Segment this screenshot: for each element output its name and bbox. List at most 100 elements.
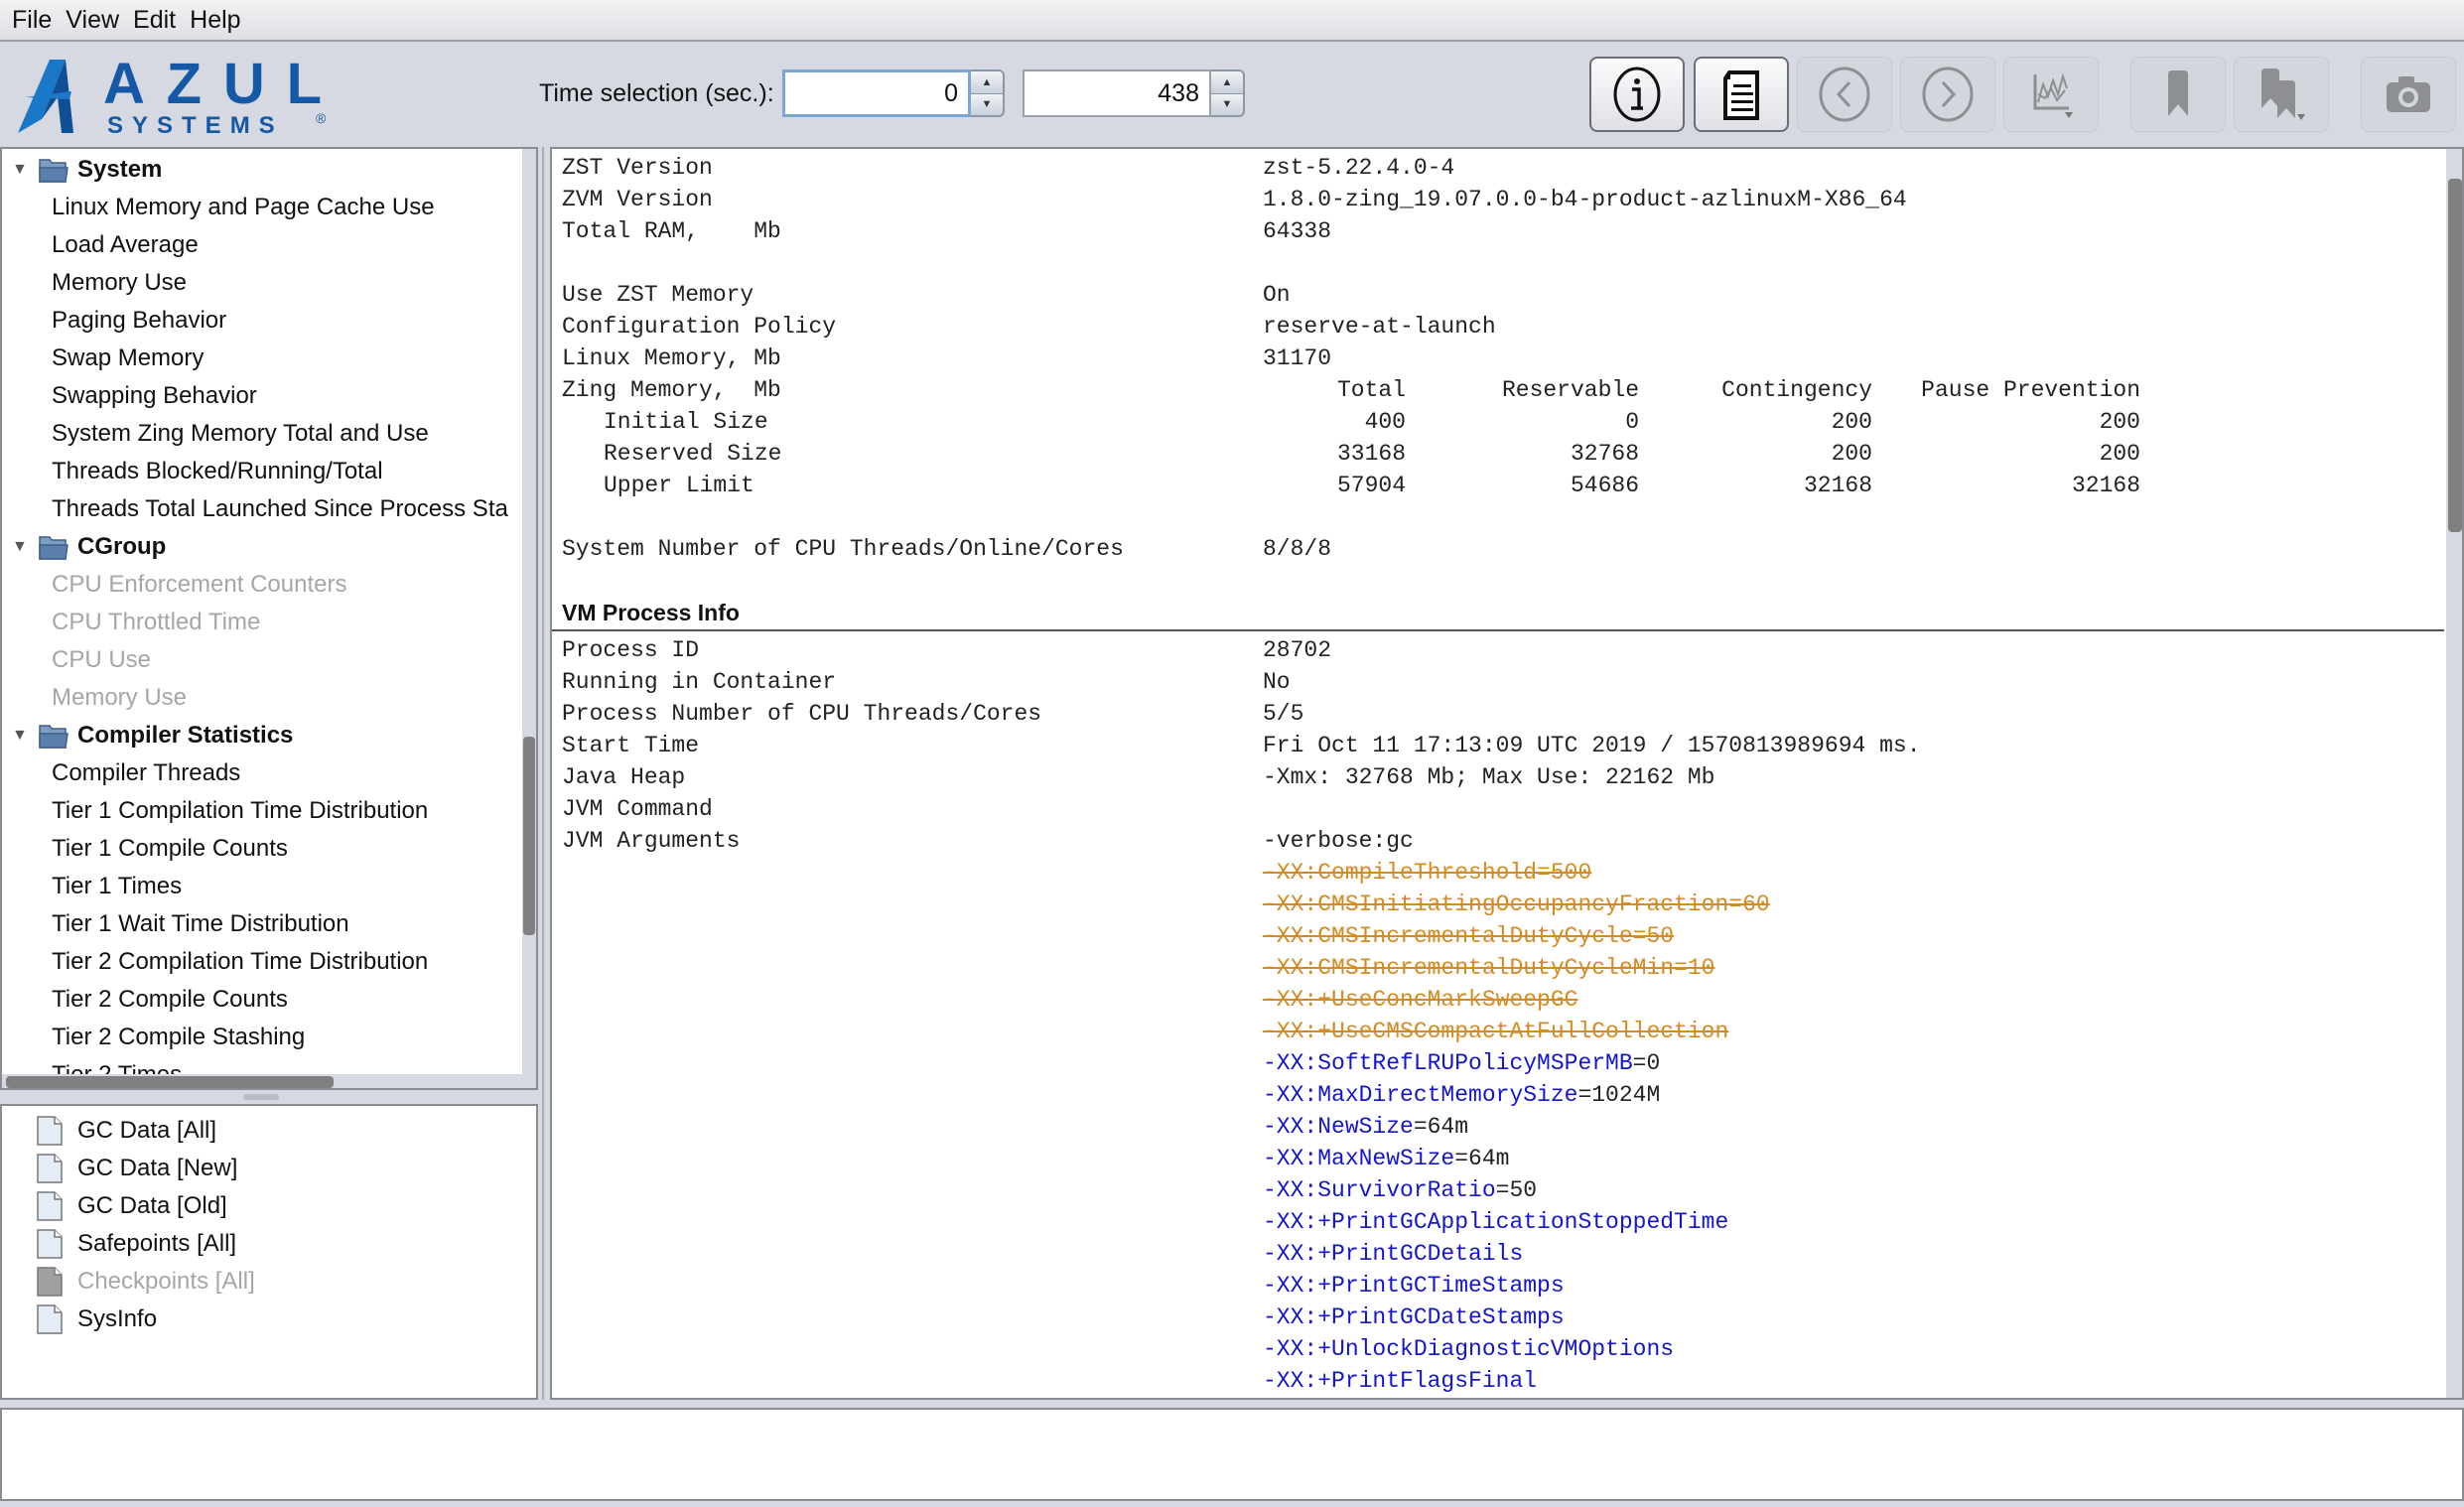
zing-memory-cell: 400 xyxy=(1364,409,1406,435)
tree-horizontal-scroll-thumb[interactable] xyxy=(6,1076,334,1088)
log-list-item[interactable]: Checkpoints [All] xyxy=(36,1263,255,1301)
back-button[interactable] xyxy=(1797,57,1892,132)
tree-item[interactable]: Paging Behavior xyxy=(2,302,226,340)
tree-item[interactable]: Tier 1 Times xyxy=(2,868,182,905)
jvm-argument-value: =50 xyxy=(1495,1177,1538,1203)
chevron-right-circle-icon xyxy=(1922,67,1974,122)
sysinfo-content: VM Process Info ZST Version zst-5.22.4.0-… xyxy=(550,147,2464,1400)
jvm-argument-flag: -XX:+UnlockDiagnosticVMOptions xyxy=(1263,1336,1675,1362)
tree-item-label: CPU Enforcement Counters xyxy=(52,571,347,598)
menu-file[interactable]: File xyxy=(10,6,64,35)
info-value: On xyxy=(1263,282,1291,308)
process-value: Fri Oct 11 17:13:09 UTC 2019 / 157081398… xyxy=(1263,733,1921,758)
zing-memory-cell: 32768 xyxy=(1570,441,1639,467)
jvm-argument-value: =64m xyxy=(1454,1146,1510,1171)
tree-item[interactable]: Tier 2 Compile Counts xyxy=(2,981,288,1019)
tree-item[interactable]: Compiler Threads xyxy=(2,754,240,792)
main-splitter[interactable] xyxy=(538,147,550,1400)
time-start-increment[interactable]: ▲ xyxy=(971,71,1003,93)
menu-edit[interactable]: Edit xyxy=(131,6,188,35)
chart-button[interactable] xyxy=(2003,57,2099,132)
document-icon xyxy=(37,1191,63,1221)
bookmarks-button[interactable] xyxy=(2234,57,2329,132)
tree-item[interactable]: CPU Throttled Time xyxy=(2,604,260,641)
jvm-argument-flag: -XX:+PrintGCDetails xyxy=(1263,1241,1524,1267)
tree-item-label: System Zing Memory Total and Use xyxy=(52,420,429,447)
logo-sub: SYSTEMS xyxy=(107,112,284,137)
zing-memory-cell: 57904 xyxy=(1336,473,1406,498)
info-key: ZST Version xyxy=(562,155,713,181)
jvm-argument: -XX:+PrintGCDateStamps xyxy=(1263,1304,1565,1330)
tree-group[interactable]: ▼ System xyxy=(2,151,162,189)
log-list-item[interactable]: GC Data [Old] xyxy=(36,1187,227,1225)
tree-item[interactable]: Load Average xyxy=(2,226,199,264)
info-button[interactable] xyxy=(1589,57,1685,132)
forward-button[interactable] xyxy=(1900,57,1995,132)
content-vertical-scroll-thumb[interactable] xyxy=(2448,179,2462,532)
tree-item[interactable]: Memory Use xyxy=(2,264,187,302)
bookmark-button[interactable] xyxy=(2130,57,2226,132)
chart-dropdown-icon xyxy=(2033,72,2073,118)
tree-group[interactable]: ▼ CGroup xyxy=(2,528,166,566)
tree-item-label: Tier 1 Wait Time Distribution xyxy=(52,910,349,937)
tree-item-label: CPU Use xyxy=(52,646,152,673)
tree-item[interactable]: Tier 2 Compilation Time Distribution xyxy=(2,943,428,981)
process-value: 5/5 xyxy=(1263,701,1304,727)
jvm-argument-overridden: -XX:CMSInitiatingOccupancyFraction=60 xyxy=(1263,891,1770,917)
tree-item[interactable]: Tier 1 Compilation Time Distribution xyxy=(2,792,428,830)
tree-vertical-scrollbar[interactable] xyxy=(522,149,536,1088)
log-item-label: Safepoints [All] xyxy=(77,1230,237,1257)
time-end-decrement[interactable]: ▼ xyxy=(1211,92,1243,115)
tree-item[interactable]: CPU Enforcement Counters xyxy=(2,566,346,604)
expand-toggle-icon[interactable]: ▼ xyxy=(12,727,30,745)
info-key: Use ZST Memory xyxy=(562,282,754,308)
tree-item[interactable]: Memory Use xyxy=(2,679,187,717)
time-end-input[interactable] xyxy=(1023,69,1211,117)
tree-item[interactable]: CPU Use xyxy=(2,641,151,679)
menu-view[interactable]: View xyxy=(64,6,131,35)
tree-item[interactable]: System Zing Memory Total and Use xyxy=(2,415,429,453)
log-list-item[interactable]: SysInfo xyxy=(36,1301,157,1338)
zing-memory-cell: 200 xyxy=(1831,441,1872,467)
jvm-argument: -XX:+PrintGCApplicationStoppedTime xyxy=(1263,1209,1728,1235)
log-list-item[interactable]: Safepoints [All] xyxy=(36,1225,236,1263)
tree-item[interactable]: Swapping Behavior xyxy=(2,377,257,415)
tree-horizontal-scrollbar[interactable] xyxy=(2,1074,526,1088)
tree-item[interactable]: Linux Memory and Page Cache Use xyxy=(2,189,435,226)
menu-help[interactable]: Help xyxy=(188,6,252,35)
tree-item[interactable]: Tier 1 Wait Time Distribution xyxy=(2,905,349,943)
tree-item[interactable]: Swap Memory xyxy=(2,340,204,377)
tree-item[interactable]: Threads Blocked/Running/Total xyxy=(2,453,383,490)
process-key: JVM Arguments xyxy=(562,828,741,854)
logo-registered: ® xyxy=(316,110,327,126)
expand-toggle-icon[interactable]: ▼ xyxy=(12,161,30,179)
screenshot-button[interactable] xyxy=(2361,57,2456,132)
expand-toggle-icon[interactable]: ▼ xyxy=(12,538,30,556)
time-start-decrement[interactable]: ▼ xyxy=(971,92,1003,115)
log-item-label: SysInfo xyxy=(77,1305,158,1332)
time-start-input[interactable] xyxy=(782,69,971,117)
log-list-item[interactable]: GC Data [All] xyxy=(36,1112,216,1150)
time-end-increment[interactable]: ▲ xyxy=(1211,71,1243,93)
bookmarks-dropdown-icon xyxy=(2261,68,2305,120)
tree-item-label: Tier 1 Compilation Time Distribution xyxy=(52,797,429,824)
tree-item[interactable]: Tier 2 Compile Stashing xyxy=(2,1019,305,1056)
log-list-item[interactable]: GC Data [New] xyxy=(36,1150,237,1187)
zing-memory-cell: 33168 xyxy=(1336,441,1406,467)
splitter-grip[interactable] xyxy=(243,1094,279,1100)
content-vertical-scrollbar[interactable] xyxy=(2446,149,2462,1398)
zing-memory-column-header: Pause Prevention xyxy=(1921,377,2140,403)
tree-group[interactable]: ▼ Compiler Statistics xyxy=(2,717,293,754)
tree-item-label: Paging Behavior xyxy=(52,307,227,334)
document-button[interactable] xyxy=(1694,57,1789,132)
tree-item[interactable]: Tier 1 Compile Counts xyxy=(2,830,288,868)
left-panel-splitter[interactable] xyxy=(0,1090,538,1104)
tree-item-label: Swapping Behavior xyxy=(52,382,257,409)
info-value: 64338 xyxy=(1263,218,1332,244)
zing-memory-column-header: Reservable xyxy=(1501,377,1639,403)
jvm-argument: -XX:+PrintGCTimeStamps xyxy=(1263,1273,1565,1299)
jvm-argument-overridden: -XX:CMSIncrementalDutyCycleMin=10 xyxy=(1263,955,1715,981)
tree-item[interactable]: Threads Total Launched Since Process Sta xyxy=(2,490,508,528)
tree-vertical-scroll-thumb[interactable] xyxy=(523,737,535,935)
status-panel xyxy=(0,1408,2464,1501)
